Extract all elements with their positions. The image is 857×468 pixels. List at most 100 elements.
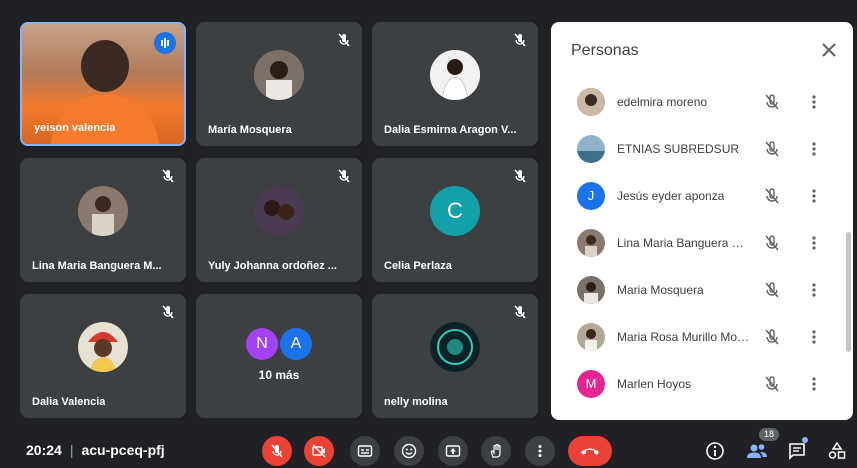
- more-vert-icon: [538, 445, 542, 457]
- mic-off-icon: [336, 32, 352, 48]
- list-item[interactable]: Lina Maria Banguera Ma...: [551, 219, 853, 266]
- more-vert-icon[interactable]: [805, 93, 823, 111]
- tile-nelly-molina[interactable]: nelly molina: [372, 294, 538, 418]
- list-item[interactable]: Maria Mosquera: [551, 266, 853, 313]
- meeting-info: 20:24 | acu-pceq-pfj: [26, 442, 165, 458]
- activities-icon: [828, 441, 846, 459]
- chat-icon: [789, 443, 805, 460]
- avatar-initial: C: [430, 186, 480, 237]
- bottom-toolbar: 20:24 | acu-pceq-pfj: [0, 432, 857, 468]
- more-avatars: N A: [246, 327, 312, 360]
- more-vert-icon[interactable]: [805, 375, 823, 393]
- tile-lina-maria[interactable]: Lina Maria Banguera M...: [20, 158, 186, 282]
- more-vert-icon[interactable]: [805, 234, 823, 252]
- tile-name: Dalia Valencia: [32, 396, 106, 408]
- avatar-photo: [78, 322, 128, 373]
- more-vert-icon[interactable]: [805, 140, 823, 158]
- tile-name: yeison valencia: [34, 122, 116, 134]
- list-item[interactable]: edelmira moreno: [551, 78, 853, 125]
- mic-off-icon[interactable]: [763, 328, 781, 346]
- avatar-photo: [78, 186, 128, 237]
- people-icon: [747, 444, 767, 458]
- mic-off-icon: [512, 304, 528, 320]
- mic-off-icon: [512, 168, 528, 184]
- avatar-initial: M: [577, 369, 605, 398]
- separator: |: [69, 442, 74, 458]
- person-name: Maria Mosquera: [617, 282, 704, 297]
- more-label: 10 más: [258, 368, 300, 382]
- person-name: ETNIAS SUBREDSUR: [617, 141, 740, 156]
- avatar-photo: [577, 275, 605, 304]
- tile-dalia-valencia[interactable]: Dalia Valencia: [20, 294, 186, 418]
- hang-up-icon: [581, 448, 599, 455]
- tile-name: Dalia Esmirna Aragon V...: [384, 124, 517, 136]
- leave-call-button[interactable]: [568, 436, 612, 466]
- mic-off-icon[interactable]: [763, 93, 781, 111]
- tile-yuly-johanna[interactable]: Yuly Johanna ordoñez ...: [196, 158, 362, 282]
- avatar-photo: [577, 134, 605, 163]
- list-item[interactable]: Maria Rosa Murillo Mos...: [551, 313, 853, 360]
- speaking-indicator-icon: [154, 32, 176, 54]
- tile-maria-mosquera[interactable]: María Mosquera: [196, 22, 362, 146]
- people-button[interactable]: [746, 440, 768, 462]
- mic-off-icon: [160, 168, 176, 184]
- person-name: Lina Maria Banguera Ma...: [617, 235, 752, 250]
- avatar-photo: [254, 50, 304, 101]
- activities-button[interactable]: [826, 440, 848, 462]
- mic-toggle-button[interactable]: [262, 436, 292, 466]
- tile-name: nelly molina: [384, 396, 448, 408]
- avatar-photo: [577, 87, 605, 116]
- people-list: edelmira moreno ETNIAS SUBREDSUR J Jesús…: [551, 78, 853, 420]
- list-item[interactable]: M Marlen Hoyos: [551, 360, 853, 407]
- mic-off-icon: [512, 32, 528, 48]
- tile-name: Lina Maria Banguera M...: [32, 260, 162, 272]
- mic-off-icon[interactable]: [763, 234, 781, 252]
- person-name: Marlen Hoyos: [617, 376, 692, 391]
- captions-icon: [357, 445, 373, 457]
- avatar-initial: N: [246, 327, 278, 360]
- participants-count-badge: 18: [759, 428, 779, 441]
- tile-dalia-esmirna[interactable]: Dalia Esmirna Aragon V...: [372, 22, 538, 146]
- avatar-photo: [577, 322, 605, 351]
- tile-yeison-valencia[interactable]: yeison valencia: [20, 22, 186, 146]
- mic-off-icon[interactable]: [763, 187, 781, 205]
- hand-icon: [490, 443, 501, 458]
- mic-off-icon: [160, 304, 176, 320]
- present-button[interactable]: [438, 436, 468, 466]
- clock-time: 20:24: [26, 442, 62, 458]
- present-screen-icon: [445, 445, 461, 457]
- more-vert-icon[interactable]: [805, 281, 823, 299]
- more-vert-icon[interactable]: [805, 328, 823, 346]
- avatar-photo: [430, 50, 480, 101]
- mic-off-icon: [271, 444, 283, 458]
- avatar-photo: [254, 186, 304, 237]
- mic-off-icon[interactable]: [763, 375, 781, 393]
- more-options-button[interactable]: [525, 436, 555, 466]
- mic-off-icon[interactable]: [763, 281, 781, 299]
- list-item[interactable]: J Jesús eyder aponza: [551, 172, 853, 219]
- avatar-initial: J: [577, 181, 605, 210]
- scrollbar[interactable]: [846, 232, 851, 352]
- chat-button[interactable]: [786, 440, 808, 462]
- raise-hand-button[interactable]: [481, 436, 511, 466]
- people-panel: Personas edelmira moreno ETNIAS SUBREDSU…: [551, 22, 853, 420]
- tile-name: María Mosquera: [208, 124, 292, 136]
- person-name: Jesús eyder aponza: [617, 188, 725, 203]
- mic-off-icon: [336, 168, 352, 184]
- chat-notification-dot: [802, 437, 808, 443]
- tile-celia-perlaza[interactable]: C Celia Perlaza: [372, 158, 538, 282]
- more-vert-icon[interactable]: [805, 187, 823, 205]
- person-name: Maria Rosa Murillo Mos...: [617, 329, 752, 344]
- avatar-initial: A: [280, 327, 312, 360]
- list-item[interactable]: ETNIAS SUBREDSUR: [551, 125, 853, 172]
- mic-off-icon[interactable]: [763, 140, 781, 158]
- tile-name: Yuly Johanna ordoñez ...: [208, 260, 337, 272]
- close-icon[interactable]: [819, 40, 839, 60]
- reactions-button[interactable]: [394, 436, 424, 466]
- camera-toggle-button[interactable]: [304, 436, 334, 466]
- tile-more-participants[interactable]: N A 10 más: [196, 294, 362, 418]
- captions-button[interactable]: [350, 436, 380, 466]
- person-name: edelmira moreno: [617, 94, 708, 109]
- meeting-details-button[interactable]: [704, 440, 726, 462]
- emoji-icon: [401, 443, 417, 459]
